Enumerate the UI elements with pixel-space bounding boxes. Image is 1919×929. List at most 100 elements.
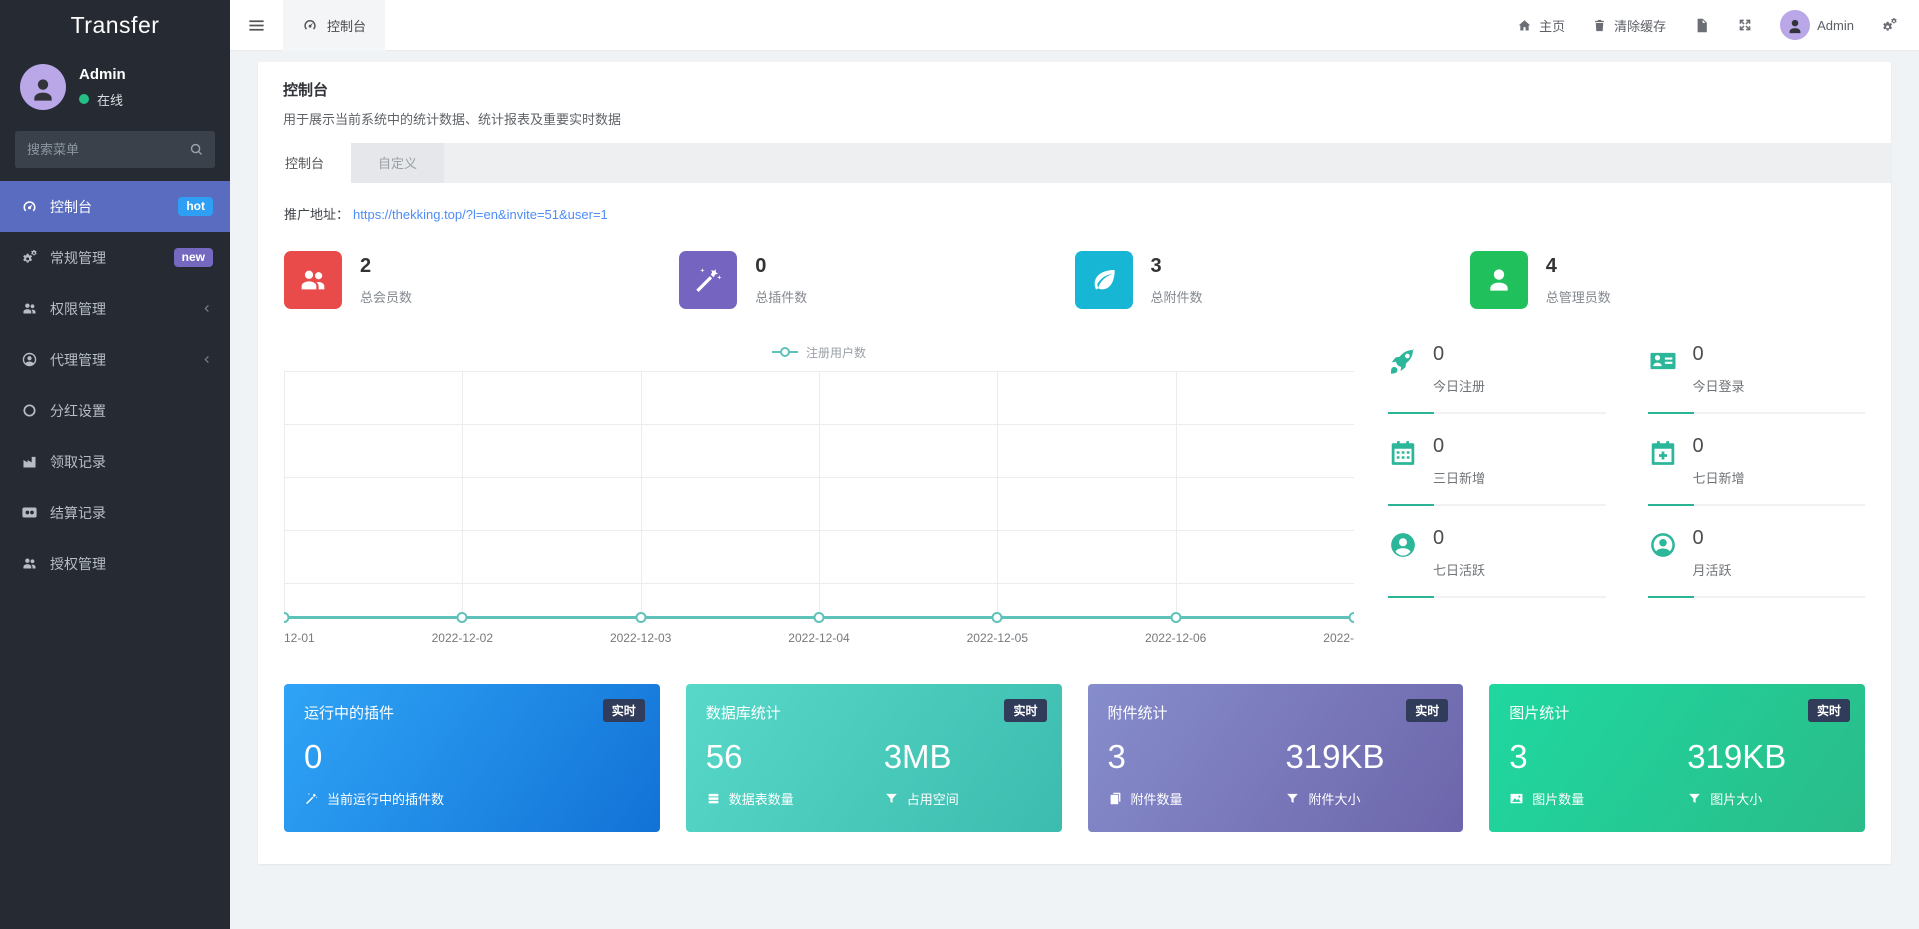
chevron-left-icon [200,302,213,315]
sidebar-item-label: 领取记录 [50,453,106,470]
search-icon[interactable] [189,142,204,157]
stat-value: 3 [1150,254,1162,277]
card-title: 数据库统计 [705,705,781,722]
clear-cache-label: 清除缓存 [1614,18,1667,34]
stat-label: 七日活跃 [1433,563,1486,578]
card-metric: 56 数据表数量 [706,738,884,808]
user-status-label: 在线 [97,92,124,108]
users-icon [297,264,329,296]
summary-stats: 2 总会员数 0 总插件数 3 总附件数 4 总管理员数 [284,251,1865,309]
settings-button[interactable] [1881,17,1898,34]
metric-value: 56 [705,738,743,775]
metric-label: 图片大小 [1710,792,1763,807]
filter-icon [1285,791,1300,806]
menu-search [15,131,215,168]
x-tick-label: 2022-12-05 [966,631,1029,645]
realtime-badge: 实时 [1004,699,1047,722]
stat-label: 总附件数 [1150,289,1203,305]
user-name: Admin [79,65,126,83]
card-metric: 3 附件数量 [1108,738,1286,808]
leaf-icon [1074,251,1133,309]
tab-console[interactable]: 控制台 [258,143,352,183]
stat-value: 0 [1692,527,1704,549]
home-button[interactable]: 主页 [1517,16,1565,35]
sidebar-menu: 控制台 hot 常规管理 new 权限管理 代理管理分红设置领取记录结算记录授权管理 [0,181,230,929]
sidebar-item-dividend[interactable]: 分红设置 [0,385,230,436]
avatar[interactable] [20,64,66,110]
card-附件统计: 附件统计 实时 3 附件数量 319KB 附件大小 [1087,684,1464,832]
chart-x-axis: 2022-12-01 2022-12-02 2022-12-03 2022-12-04… [284,631,1354,649]
home-icon [1517,18,1532,33]
sidebar-item-label: 分红设置 [50,402,106,419]
sidebar-item-settle[interactable]: 结算记录 [0,487,230,538]
image-icon [1509,791,1524,806]
data-point [991,612,1003,623]
industry-icon [21,453,38,470]
card-运行中的插件: 运行中的插件 实时 0 当前运行中的插件数 [284,684,660,832]
quick-stat-七日新增: 0 七日新增 [1647,435,1865,506]
stat-value: 0 [1692,343,1704,365]
id-card-icon [1648,346,1678,376]
user-panel: Admin 在线 [0,51,230,119]
sidebar-item-label: 授权管理 [50,555,106,572]
card-metric: 3MB 占用空间 [884,738,1042,808]
filter-icon [884,791,899,806]
data-point [456,612,468,623]
topbar-actions: 主页 清除缓存 Admin [1517,10,1919,40]
stat-label: 总管理员数 [1545,289,1611,305]
quick-stat-今日登录: 0 今日登录 [1647,343,1865,414]
search-input[interactable] [15,131,215,168]
users-icon [284,251,342,309]
expand-icon [1737,17,1753,33]
panel-tabs: 控制台 自定义 [258,143,1891,183]
page-subtitle: 用于展示当前系统中的统计数据、统计报表及重要实时数据 [283,112,622,127]
x-tick-label: 2022-12-06 [1144,631,1207,645]
stat-label: 三日新增 [1433,471,1486,486]
circle-icon [21,402,38,419]
data-point [813,612,825,623]
sidebar-item-general[interactable]: 常规管理 new [0,232,230,283]
stat-value: 0 [1433,435,1445,457]
promo-link[interactable]: https://thekking.top/?l=en&invite=51&use… [353,207,608,222]
gauge-icon [21,198,38,215]
language-button[interactable] [1693,17,1710,34]
metric-label: 占用空间 [906,792,959,807]
sidebar-item-auth[interactable]: 权限管理 [0,283,230,334]
tab-custom[interactable]: 自定义 [351,143,445,183]
data-point [1348,612,1354,623]
fullscreen-button[interactable] [1737,17,1753,33]
user-circle-solid-icon [1388,530,1418,560]
register-users-chart: 注册用户数 2022-12-012022-12-022022-12-032022… [284,343,1354,649]
metric-label: 当前运行中的插件数 [327,792,445,807]
database-icon [706,791,721,806]
quick-stat-七日活跃: 0 七日活跃 [1388,527,1606,598]
metric-label: 图片数量 [1532,792,1585,807]
data-point [635,612,647,623]
realtime-badge: 实时 [1807,699,1850,722]
sidebar: Transfer Admin 在线 控制台 hot 常规管理 new 权限管理代理管理分… [0,0,230,929]
sidebar-item-claim[interactable]: 领取记录 [0,436,230,487]
wand-icon [692,264,724,296]
chart-section: 注册用户数 2022-12-012022-12-022022-12-032022… [284,343,1865,649]
metric-value: 319KB [1285,738,1385,775]
profile-button[interactable]: Admin [1780,10,1854,40]
quick-stat-今日注册: 0 今日注册 [1388,343,1606,414]
clear-cache-button[interactable]: 清除缓存 [1592,16,1666,35]
sidebar-item-console[interactable]: 控制台 hot [0,181,230,232]
chart-plot-area [284,371,1354,623]
stat-label: 七日新增 [1692,471,1745,486]
gauge-icon [302,17,318,33]
hamburger-icon[interactable] [230,16,283,35]
sidebar-item-license[interactable]: 授权管理 [0,538,230,589]
topbar-tab-console[interactable]: 控制台 [283,0,386,51]
card-metric: 319KB 图片大小 [1687,738,1845,808]
sidebar-item-agent[interactable]: 代理管理 [0,334,230,385]
stat-value: 2 [360,254,372,277]
cc-icon [21,504,38,521]
realtime-badge: 实时 [1406,699,1449,722]
x-tick-label: 2022-12-01 [284,631,315,645]
chart-legend[interactable]: 注册用户数 [284,343,1354,361]
calendar-icon [1388,438,1418,468]
hot-badge: hot [178,197,213,216]
card-metric: 0 当前运行中的插件数 [304,738,640,808]
